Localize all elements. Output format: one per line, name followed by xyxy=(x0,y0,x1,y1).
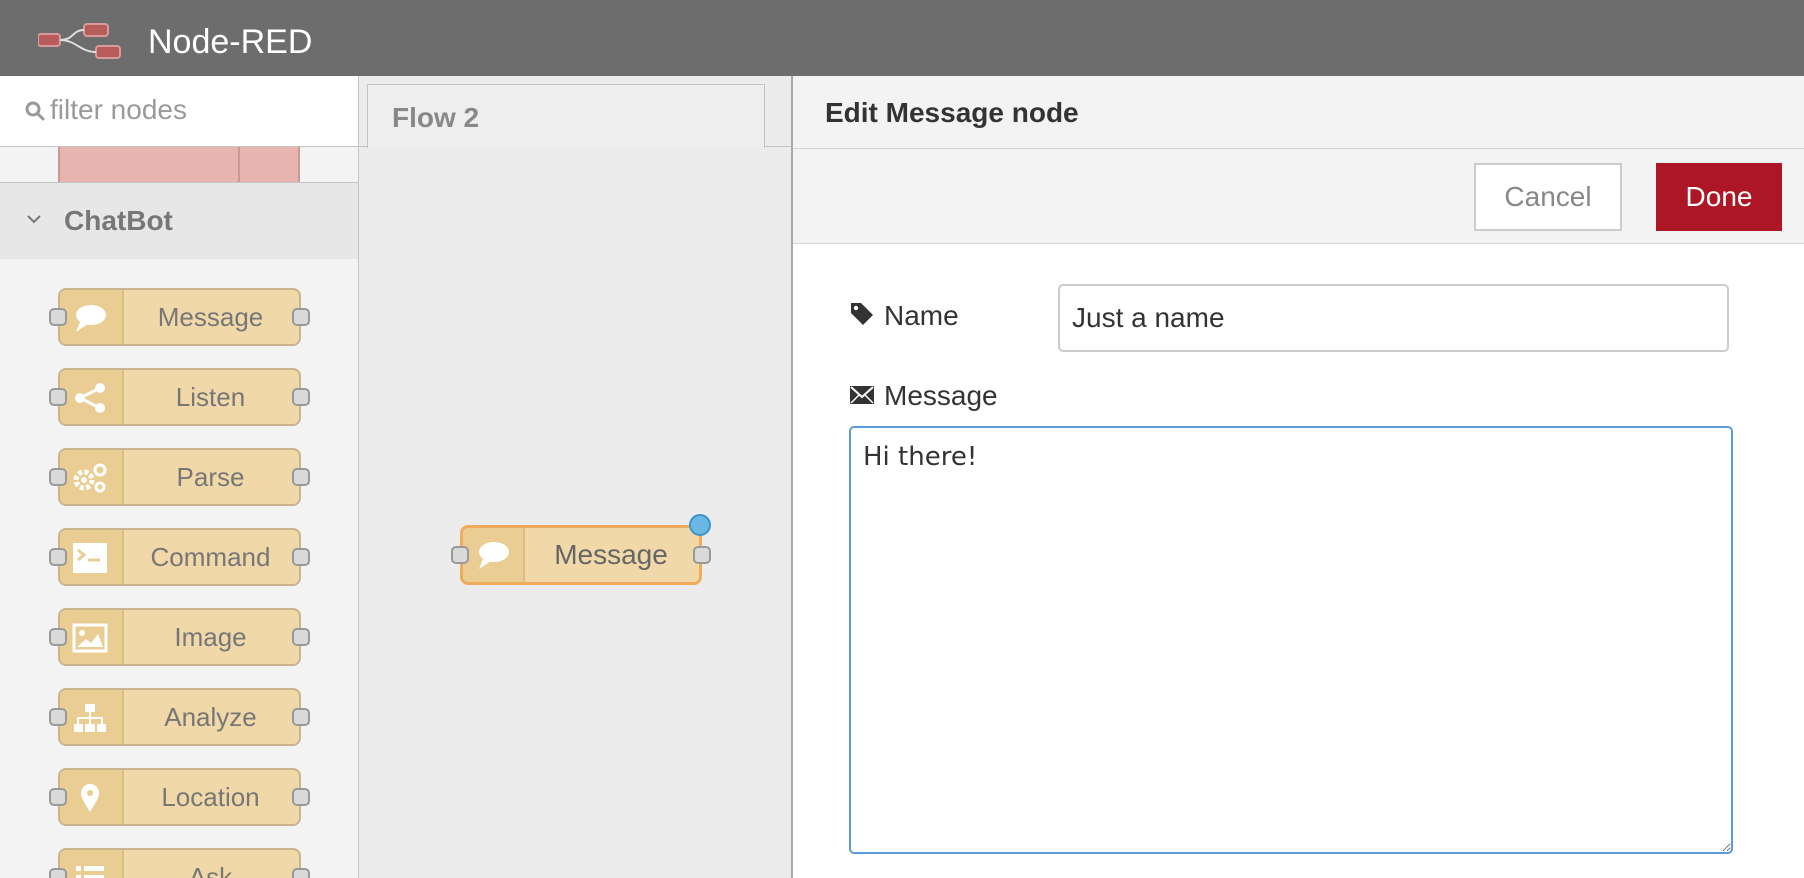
name-field[interactable] xyxy=(1058,284,1729,352)
tab-flow-2[interactable]: Flow 2 xyxy=(367,84,765,148)
input-port xyxy=(49,708,67,726)
flow-workspace[interactable]: Flow 2 Message xyxy=(359,76,801,878)
done-button[interactable]: Done xyxy=(1656,163,1782,231)
palette-category-header[interactable]: ChatBot xyxy=(0,182,358,259)
flow-node-label: Message xyxy=(554,539,668,570)
search-icon xyxy=(25,101,45,121)
speech-bubble-icon xyxy=(479,542,509,569)
palette-node-label: Ask xyxy=(188,862,233,878)
node-red-logo-icon xyxy=(38,23,121,59)
message-textarea[interactable]: Hi there! xyxy=(849,426,1733,854)
chevron-down-icon xyxy=(27,215,41,224)
palette-node-label: Parse xyxy=(176,462,245,492)
output-port xyxy=(292,308,310,326)
output-port xyxy=(292,628,310,646)
node-palette: ChatBot Message Listen Parse Command xyxy=(0,76,359,878)
output-port xyxy=(292,468,310,486)
palette-node-icon-box xyxy=(60,450,124,504)
name-label: Name xyxy=(884,300,959,331)
gears-icon xyxy=(73,463,107,493)
changed-indicator xyxy=(689,514,711,536)
input-port xyxy=(49,308,67,326)
input-port xyxy=(49,388,67,406)
input-port xyxy=(49,628,67,646)
app-header: Node-RED xyxy=(0,0,1804,76)
output-port[interactable] xyxy=(693,546,711,564)
message-label: Message xyxy=(884,380,998,411)
category-title: ChatBot xyxy=(64,205,173,236)
tray-header: Edit Message node xyxy=(793,76,1804,149)
palette-node-parse[interactable]: Parse xyxy=(49,448,310,506)
palette-node-analyze[interactable]: Analyze xyxy=(49,688,310,746)
output-port xyxy=(292,868,310,878)
output-port xyxy=(292,788,310,806)
tag-icon xyxy=(851,303,873,325)
input-port xyxy=(49,548,67,566)
app-title: Node-RED xyxy=(148,23,313,61)
output-port xyxy=(292,388,310,406)
palette-node-icon-box xyxy=(60,530,124,584)
tray-title: Edit Message node xyxy=(825,97,1079,128)
palette-node-listen[interactable]: Listen xyxy=(49,368,310,426)
envelope-icon xyxy=(850,386,874,404)
list-icon xyxy=(76,866,104,878)
palette-node-label: Message xyxy=(157,302,264,332)
palette-node-icon-box xyxy=(60,770,124,824)
palette-node-label: Image xyxy=(174,622,247,652)
palette-node-label: Listen xyxy=(175,382,246,412)
palette-node-ask[interactable]: Ask xyxy=(49,848,310,878)
palette-node-label: Analyze xyxy=(164,702,257,732)
palette-node-label: Location xyxy=(161,782,260,812)
palette-node-message[interactable]: Message xyxy=(49,288,310,346)
image-icon xyxy=(72,623,108,653)
palette-node-image[interactable]: Image xyxy=(49,608,310,666)
palette-node-icon-box xyxy=(60,610,124,664)
palette-node-label: Command xyxy=(150,542,271,572)
input-port xyxy=(49,868,67,878)
map-pin-icon xyxy=(81,784,99,812)
palette-node-icon-box xyxy=(60,850,124,878)
hierarchy-icon xyxy=(74,704,106,732)
flow-node-icon-box xyxy=(463,528,525,582)
terminal-icon xyxy=(73,543,107,573)
edit-node-tray: Edit Message node Cancel Done Name Messa… xyxy=(791,76,1804,878)
palette-node-location[interactable]: Location xyxy=(49,768,310,826)
palette-node-icon-box xyxy=(60,370,124,424)
input-port xyxy=(49,788,67,806)
palette-node-icon-box xyxy=(60,290,124,344)
share-icon xyxy=(75,383,105,413)
input-port[interactable] xyxy=(451,546,469,564)
flow-node-message[interactable]: Message xyxy=(451,514,711,585)
palette-filter xyxy=(0,76,358,147)
speech-bubble-icon xyxy=(76,305,106,332)
output-port xyxy=(292,548,310,566)
palette-node-icon-box xyxy=(60,690,124,744)
workspace-tabs: Flow 2 xyxy=(359,76,791,148)
filter-nodes-input[interactable] xyxy=(50,90,340,130)
output-port xyxy=(292,708,310,726)
tray-toolbar: Cancel Done xyxy=(793,149,1804,244)
input-port xyxy=(49,468,67,486)
tab-label: Flow 2 xyxy=(392,102,480,133)
cancel-button[interactable]: Cancel xyxy=(1474,163,1622,231)
palette-node-command[interactable]: Command xyxy=(49,528,310,586)
